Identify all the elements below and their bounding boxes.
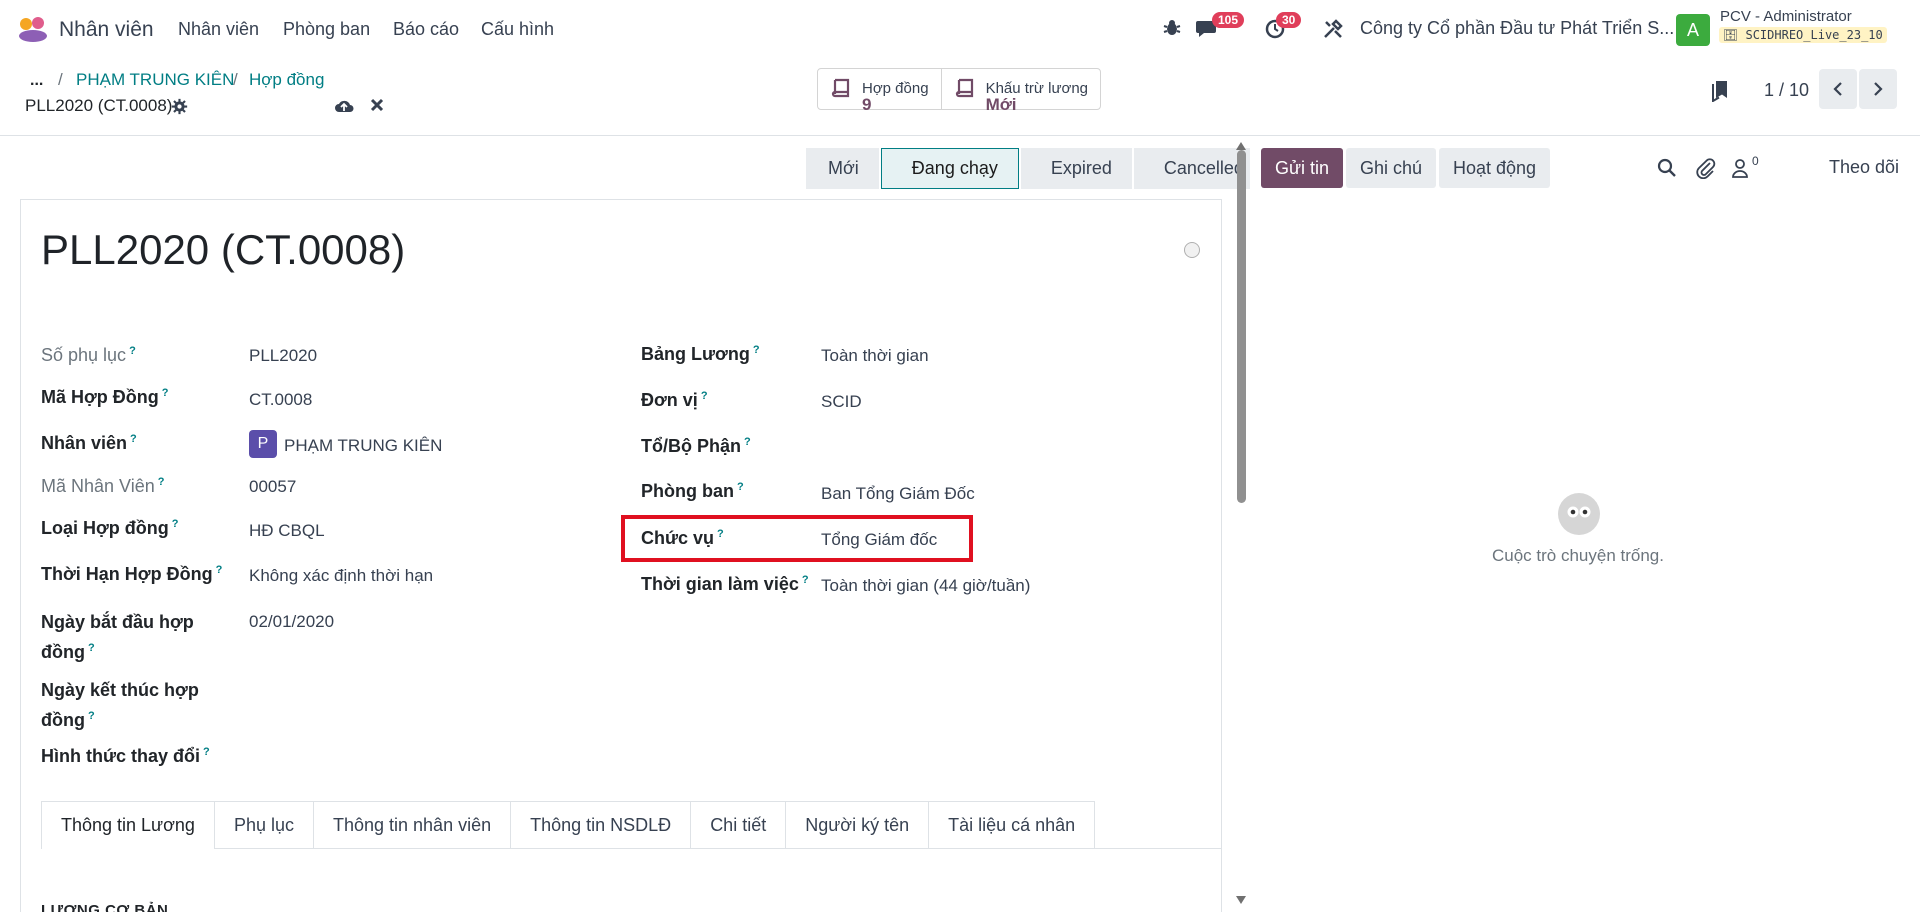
breadcrumb-separator: / <box>233 70 238 89</box>
field-label-start-date: Ngày bắt đầu hợp đồng? <box>41 612 194 662</box>
field-label-change-type: Hình thức thay đổi? <box>41 746 210 766</box>
save-cloud-icon[interactable] <box>334 97 354 115</box>
kanban-state-dot[interactable] <box>1184 242 1200 258</box>
field-label-employee: Nhân viên? <box>41 433 137 453</box>
field-label-department: Phòng ban? <box>641 481 744 501</box>
scrollbar-thumb[interactable] <box>1237 150 1246 503</box>
tab-signatories[interactable]: Người ký tên <box>785 801 930 848</box>
field-value-employee-code[interactable]: 00057 <box>249 477 296 497</box>
stage-running[interactable]: Đang chạy <box>880 148 1019 189</box>
database-label: SCIDHREO_Live_23_10 <box>1745 28 1883 42</box>
scroll-up-arrow-icon[interactable] <box>1236 142 1246 150</box>
salary-deduction-smart-button[interactable]: Khấu trừ lương Mới <box>940 69 1100 113</box>
database-name: 🗄 SCIDHREO_Live_23_10 <box>1719 27 1887 43</box>
tools-icon[interactable] <box>1322 18 1344 40</box>
followers-user-icon[interactable] <box>1731 158 1749 178</box>
field-label-employee-code: Mã Nhân Viên? <box>41 476 165 496</box>
form-title[interactable]: PLL2020 (CT.0008) <box>41 226 405 274</box>
menu-cau-hinh[interactable]: Cấu hình <box>481 19 554 40</box>
field-label-contract-term: Thời Hạn Hợp Đồng? <box>41 564 223 584</box>
field-label-contract-code: Mã Hợp Đồng? <box>41 387 169 407</box>
pager-value[interactable]: 1 / 10 <box>1764 80 1809 101</box>
highlight-annotation-box <box>621 515 973 562</box>
menu-bao-cao[interactable]: Báo cáo <box>393 19 459 40</box>
field-value-contract-type[interactable]: HĐ CBQL <box>249 521 325 541</box>
smart-buttons: Hợp đồng 9 Khấu trừ lương Mới <box>817 68 1102 113</box>
field-value-salary-structure[interactable]: Toàn thời gian <box>821 346 929 366</box>
empty-conversation-face-icon <box>1558 493 1600 535</box>
breadcrumb-dots[interactable]: ... <box>30 72 43 90</box>
menu-phong-ban[interactable]: Phòng ban <box>283 19 370 40</box>
field-value-change-type[interactable] <box>249 748 549 772</box>
breadcrumb-contracts[interactable]: Hợp đồng <box>249 70 324 90</box>
stage-new[interactable]: Mới <box>806 148 879 189</box>
current-record-name: PLL2020 (CT.0008) <box>25 96 173 115</box>
field-label-contract-type: Loại Hợp đồng? <box>41 518 179 538</box>
field-value-employee[interactable]: PHẠM TRUNG KIÊN <box>284 436 442 456</box>
company-switcher[interactable]: Công ty Cổ phần Đầu tư Phát Triển S... <box>1360 18 1674 39</box>
field-label-working-schedule: Thời gian làm việc? <box>641 574 809 594</box>
smart-button-value: Mới <box>985 95 1017 114</box>
field-value-unit[interactable]: SCID <box>821 392 862 412</box>
debug-bug-icon[interactable] <box>1162 18 1182 38</box>
field-value-start-date[interactable]: 02/01/2020 <box>249 612 334 632</box>
notebook-tabs: Thông tin Lương Phụ lục Thông tin nhân v… <box>41 801 1221 849</box>
messages-badge: 105 <box>1212 12 1245 28</box>
discard-close-icon[interactable] <box>370 98 384 112</box>
follow-button[interactable]: Theo dõi <box>1829 157 1899 178</box>
tab-employer-info[interactable]: Thông tin NSDLĐ <box>510 801 692 848</box>
field-label-appendix-no: Số phụ lục? <box>41 345 136 365</box>
app-logo-icon[interactable] <box>16 16 50 42</box>
field-value-team[interactable] <box>821 438 1121 462</box>
field-label-team: Tổ/Bộ Phận? <box>641 436 751 456</box>
top-navbar: Nhân viên Nhân viên Phòng ban Báo cáo Cấ… <box>0 0 1920 58</box>
field-value-appendix-no[interactable]: PLL2020 <box>249 346 317 366</box>
empty-conversation-text: Cuộc trò chuyện trống. <box>1492 546 1664 565</box>
smart-button-value: 9 <box>862 95 872 114</box>
followers-count: 0 <box>1752 154 1759 168</box>
field-label-unit: Đơn vị? <box>641 390 708 410</box>
tab-salary-info[interactable]: Thông tin Lương <box>41 801 215 849</box>
pager-next-button[interactable] <box>1859 69 1897 109</box>
pager-previous-button[interactable] <box>1819 69 1857 109</box>
send-message-button[interactable]: Gửi tin <box>1261 148 1344 188</box>
field-value-end-date[interactable] <box>249 680 549 704</box>
breadcrumb-separator: / <box>58 70 63 89</box>
bookmark-icon[interactable] <box>1711 80 1729 102</box>
tab-details[interactable]: Chi tiết <box>690 801 787 848</box>
status-bar: Mới Đang chạy Expired Cancelled <box>806 148 1266 189</box>
control-panel: ... / PHẠM TRUNG KIÊN / Hợp đồng PLL2020… <box>0 58 1920 136</box>
gear-icon[interactable] <box>171 98 188 115</box>
contracts-smart-button[interactable]: Hợp đồng 9 <box>818 69 941 113</box>
chevron-right-icon <box>1874 82 1883 96</box>
field-value-contract-code[interactable]: CT.0008 <box>249 390 312 410</box>
breadcrumb-employee[interactable]: PHẠM TRUNG KIÊN <box>76 70 234 90</box>
field-label-end-date: Ngày kết thúc hợp đồng? <box>41 680 199 730</box>
scroll-down-arrow-icon[interactable] <box>1236 896 1246 904</box>
field-value-department[interactable]: Ban Tổng Giám Đốc <box>821 484 975 504</box>
field-value-contract-term[interactable]: Không xác định thời hạn <box>249 566 433 586</box>
section-heading-base-salary: LƯƠNG CƠ BẢN <box>41 902 169 912</box>
smart-button-label: Hợp đồng <box>862 80 929 97</box>
search-icon[interactable] <box>1657 158 1677 178</box>
field-value-working-schedule[interactable]: Toàn thời gian (44 giờ/tuần) <box>821 576 1030 596</box>
tab-employee-info[interactable]: Thông tin nhân viên <box>312 801 512 848</box>
user-name[interactable]: PCV - Administrator <box>1720 8 1852 25</box>
employee-avatar: P <box>249 430 277 458</box>
menu-nhan-vien[interactable]: Nhân viên <box>178 19 259 40</box>
book-icon <box>955 78 973 98</box>
app-name[interactable]: Nhân viên <box>59 18 154 42</box>
tab-appendix[interactable]: Phụ lục <box>213 801 314 848</box>
field-label-salary-structure: Bảng Lương? <box>641 344 760 364</box>
log-note-button[interactable]: Ghi chú <box>1346 148 1437 188</box>
book-icon <box>831 78 850 98</box>
stage-expired[interactable]: Expired <box>1020 148 1132 189</box>
user-avatar[interactable]: A <box>1676 14 1710 46</box>
tab-personal-documents[interactable]: Tài liệu cá nhân <box>928 801 1096 848</box>
activities-button[interactable]: Hoạt động <box>1439 148 1551 188</box>
activities-badge: 30 <box>1276 12 1302 28</box>
chevron-left-icon <box>1833 82 1842 96</box>
paperclip-icon[interactable] <box>1696 157 1716 179</box>
